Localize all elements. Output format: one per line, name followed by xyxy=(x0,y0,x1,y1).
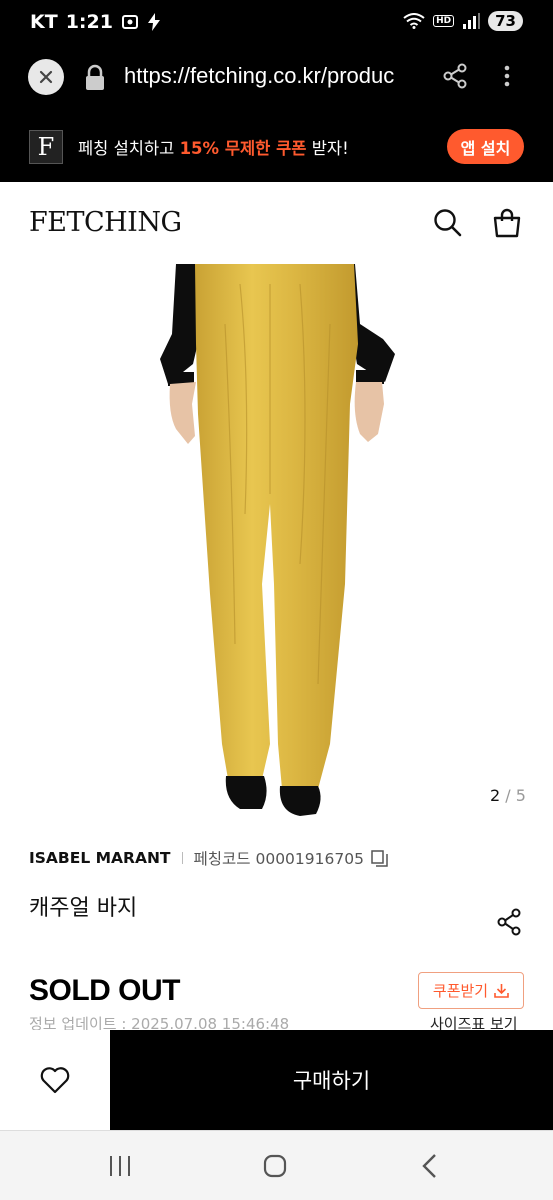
banner-text-highlight: 15% 무제한 쿠폰 xyxy=(179,139,307,158)
product-name: 캐주얼 바지 xyxy=(29,896,138,921)
site-logo[interactable]: FETCHING xyxy=(29,207,182,238)
sold-out-label: SOLD OUT xyxy=(29,974,181,1007)
product-code: 페칭코드 00001916705 xyxy=(193,850,364,868)
banner-text-before: 페칭 설치하고 xyxy=(78,139,180,158)
url-field[interactable]: https://fetching.co.kr/produc xyxy=(124,63,424,89)
lock-icon xyxy=(86,64,104,90)
meta-divider xyxy=(181,852,183,864)
copy-icon[interactable] xyxy=(371,849,388,867)
purchase-action-bar: 구매하기 xyxy=(0,1030,553,1130)
share-icon[interactable] xyxy=(495,907,523,937)
flash-icon xyxy=(147,13,160,31)
more-icon[interactable] xyxy=(497,62,517,90)
product-meta: ISABEL MARANT 페칭코드 00001916705 xyxy=(29,847,388,869)
brand-name[interactable]: ISABEL MARANT xyxy=(29,849,171,867)
close-tab-button[interactable] xyxy=(28,59,64,95)
product-photo xyxy=(0,264,553,824)
screenshot-icon xyxy=(121,15,138,29)
install-app-button[interactable]: 앱 설치 xyxy=(447,129,524,164)
status-left: KT 1:21 xyxy=(30,11,161,33)
home-icon[interactable] xyxy=(262,1153,288,1179)
wishlist-button[interactable] xyxy=(0,1030,110,1130)
battery-indicator: 73 xyxy=(488,11,523,31)
app-install-banner: F 페칭 설치하고 15% 무제한 쿠폰 받자! 앱 설치 xyxy=(0,110,553,182)
status-bar: KT 1:21 HD 73 xyxy=(0,0,553,46)
wifi-icon xyxy=(403,13,425,29)
share-icon[interactable] xyxy=(441,62,469,90)
coupon-label: 쿠폰받기 xyxy=(432,982,489,1000)
browser-url-bar: https://fetching.co.kr/produc xyxy=(0,46,553,110)
pager-current: 2 xyxy=(490,786,501,805)
bag-icon[interactable] xyxy=(491,207,523,239)
pager-separator: / xyxy=(500,786,516,805)
pager-total: 5 xyxy=(515,786,526,805)
status-right: HD 73 xyxy=(403,11,523,31)
banner-text: 페칭 설치하고 15% 무제한 쿠폰 받자! xyxy=(78,135,349,159)
coupon-button[interactable]: 쿠폰받기 xyxy=(418,972,524,1009)
product-image[interactable] xyxy=(0,264,553,824)
search-icon[interactable] xyxy=(432,207,464,239)
recents-icon[interactable] xyxy=(107,1153,133,1179)
download-icon xyxy=(494,984,509,998)
fetching-app-logo: F xyxy=(29,130,63,164)
heart-icon xyxy=(40,1067,70,1094)
buy-button[interactable]: 구매하기 xyxy=(110,1030,553,1130)
clock: 1:21 xyxy=(65,11,113,33)
back-icon[interactable] xyxy=(420,1153,440,1179)
signal-icon xyxy=(463,13,481,29)
site-header: FETCHING xyxy=(0,182,553,264)
system-nav-bar xyxy=(0,1130,553,1200)
close-icon xyxy=(39,70,53,84)
banner-text-after: 받자! xyxy=(306,139,349,158)
hd-badge: HD xyxy=(433,15,455,27)
carrier: KT xyxy=(30,11,58,33)
gallery-pager: 2 / 5 xyxy=(490,786,526,805)
